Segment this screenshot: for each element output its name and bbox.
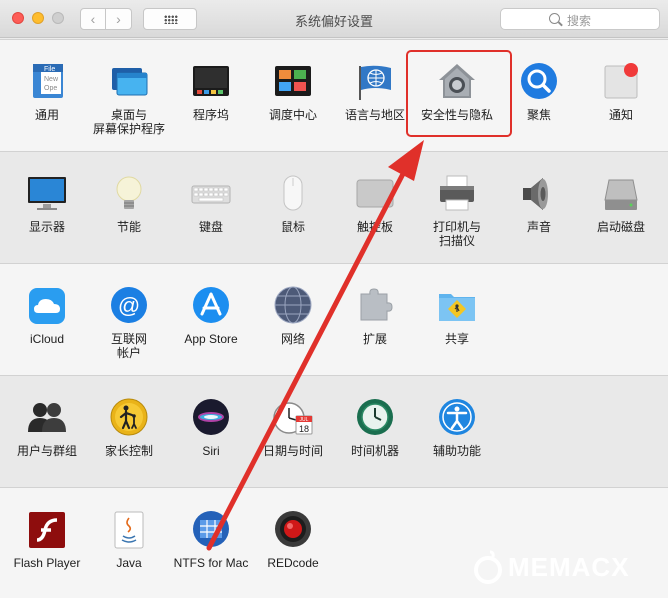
watermark-text: MEMACX — [508, 552, 630, 582]
annotation-arrow — [206, 140, 424, 551]
watermark-logo-icon — [474, 550, 502, 584]
watermark: MEMACX — [472, 548, 662, 588]
